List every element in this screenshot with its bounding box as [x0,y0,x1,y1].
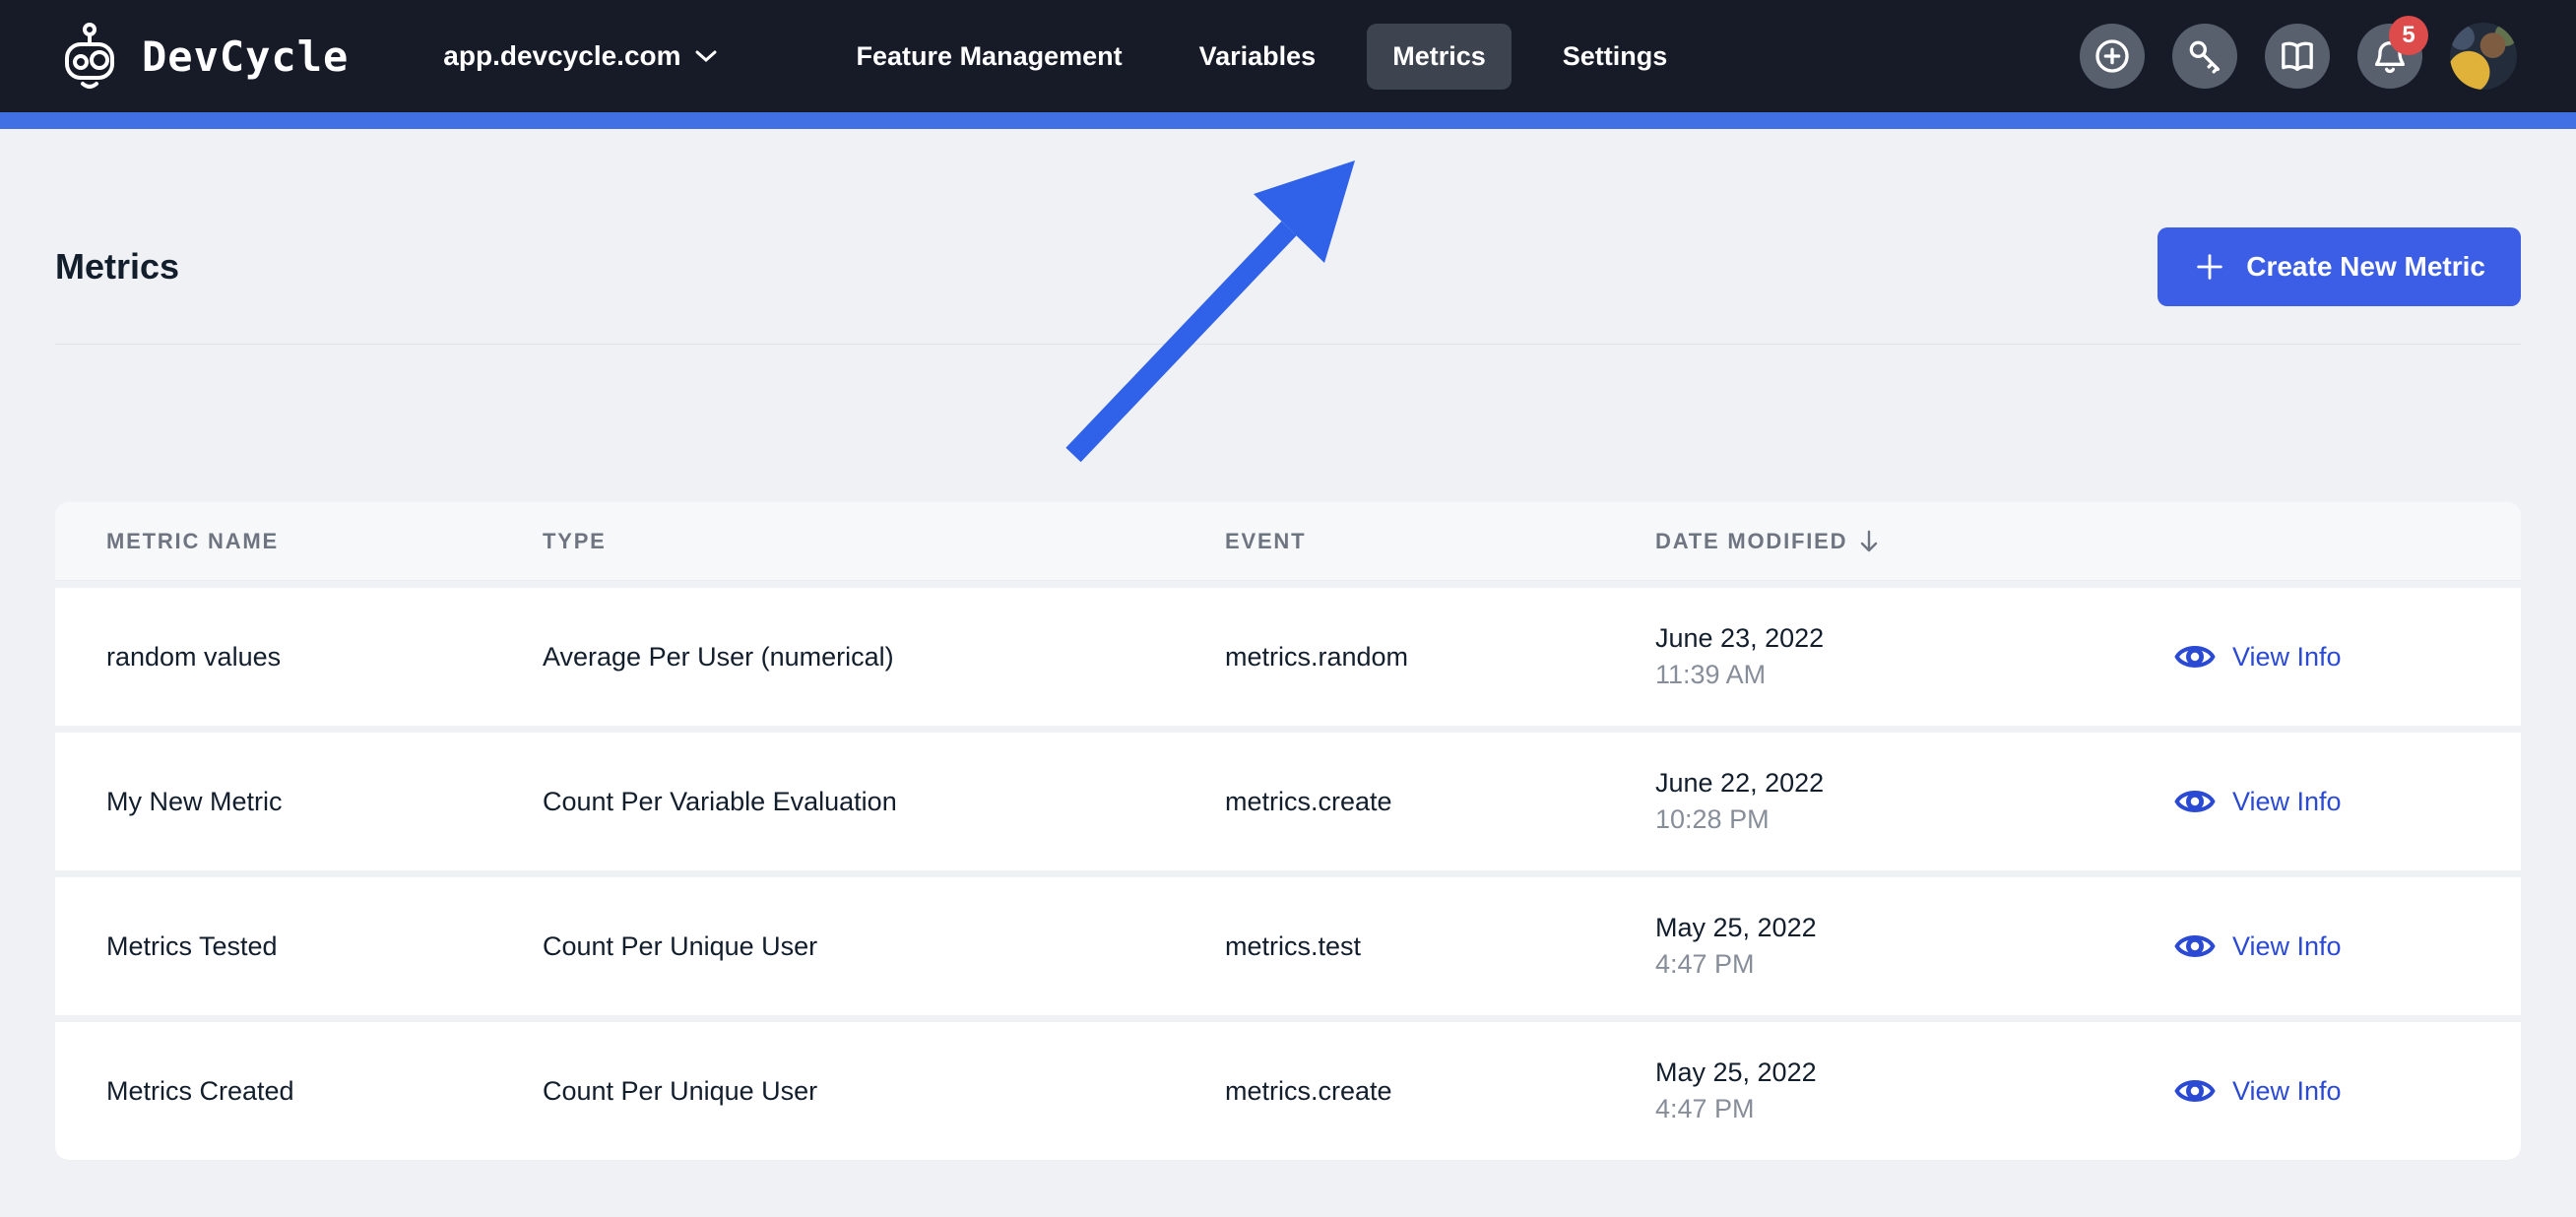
time-value: 10:28 PM [1655,804,1770,834]
eye-icon [2174,1080,2216,1102]
view-info-label: View Info [2232,930,2342,961]
view-info-label: View Info [2232,641,2342,672]
org-selector-label: app.devcycle.com [443,40,681,71]
date-value: June 23, 2022 [1655,623,1825,653]
date-value: May 25, 2022 [1655,913,1817,942]
notifications-button[interactable]: 5 [2357,16,2428,89]
brand-name: DevCycle [142,32,350,81]
event-cell: metrics.create [1225,1075,1392,1106]
table-row: Metrics Created Count Per Unique User me… [55,1022,2521,1160]
nav-actions: 5 [2080,16,2517,90]
metrics-table: METRIC NAME TYPE EVENT DATE MODIFIED ran… [55,502,2521,1160]
view-info-link[interactable]: View Info [2173,785,2470,818]
view-info-link[interactable]: View Info [2173,1074,2470,1108]
view-info-label: View Info [2232,1075,2342,1106]
main-nav: Feature Management Variables Metrics Set… [831,23,1694,90]
date-value: June 22, 2022 [1655,768,1825,798]
plus-icon [2197,254,2222,280]
time-value: 11:39 AM [1655,660,1767,689]
date-value: May 25, 2022 [1655,1057,1817,1087]
create-new-metric-button[interactable]: Create New Metric [2157,227,2521,306]
plus-circle-icon [2095,39,2129,73]
nav-item-feature-management[interactable]: Feature Management [831,24,1148,90]
eye-icon [2174,935,2216,957]
view-info-label: View Info [2232,786,2342,816]
time-value: 4:47 PM [1655,1094,1755,1123]
eye-icon [2174,791,2216,812]
nav-item-variables[interactable]: Variables [1174,24,1342,90]
table-row: random values Average Per User (numerica… [55,588,2521,726]
view-info-link[interactable]: View Info [2173,640,2470,673]
table-row: Metrics Tested Count Per Unique User met… [55,877,2521,1015]
date-modified-cell: June 23, 2022 11:39 AM [1655,623,2173,690]
column-header-date-modified[interactable]: DATE MODIFIED [1655,529,2173,554]
chevron-down-icon [695,50,717,63]
org-selector-dropdown[interactable]: app.devcycle.com [443,40,717,72]
event-cell: metrics.random [1225,641,1409,672]
table-header-row: METRIC NAME TYPE EVENT DATE MODIFIED [55,502,2521,581]
devcycle-logo[interactable]: DevCycle [59,21,349,92]
type-cell: Count Per Variable Evaluation [543,786,897,816]
eye-icon [2174,646,2216,668]
sort-descending-icon [1861,530,1878,551]
accent-bar [0,112,2576,129]
date-modified-cell: May 25, 2022 4:47 PM [1655,1057,2173,1124]
type-cell: Average Per User (numerical) [543,641,894,672]
type-cell: Count Per Unique User [543,1075,818,1106]
date-modified-cell: May 25, 2022 4:47 PM [1655,913,2173,980]
docs-button[interactable] [2265,24,2330,89]
notification-badge: 5 [2389,16,2428,55]
metrics-page: Metrics Create New Metric METRIC NAME TY… [0,129,2576,1217]
column-header-event[interactable]: EVENT [1225,529,1655,554]
column-header-type[interactable]: TYPE [543,529,1225,554]
metric-name-cell: Metrics Tested [106,930,278,961]
table-row: My New Metric Count Per Variable Evaluat… [55,733,2521,870]
metric-name-cell: Metrics Created [106,1075,294,1106]
metric-name-cell: My New Metric [106,786,283,816]
api-keys-button[interactable] [2172,24,2237,89]
view-info-link[interactable]: View Info [2173,929,2470,963]
metric-name-cell: random values [106,641,282,672]
type-cell: Count Per Unique User [543,930,818,961]
header-divider [55,344,2521,345]
top-navigation-bar: DevCycle app.devcycle.com Feature Manage… [0,0,2576,112]
page-header: Metrics Create New Metric [55,129,2521,306]
page-title: Metrics [55,246,180,287]
user-avatar[interactable] [2450,23,2517,90]
add-button[interactable] [2080,24,2145,89]
event-cell: metrics.test [1225,930,1362,961]
date-modified-cell: June 22, 2022 10:28 PM [1655,768,2173,835]
key-icon [2189,40,2220,74]
column-header-metric-name[interactable]: METRIC NAME [106,529,543,554]
time-value: 4:47 PM [1655,949,1755,979]
event-cell: metrics.create [1225,786,1392,816]
nav-item-settings[interactable]: Settings [1537,24,1694,90]
nav-item-metrics[interactable]: Metrics [1367,23,1512,90]
create-new-metric-label: Create New Metric [2246,251,2485,282]
devcycle-robot-icon [65,23,114,89]
book-icon [2282,41,2313,72]
